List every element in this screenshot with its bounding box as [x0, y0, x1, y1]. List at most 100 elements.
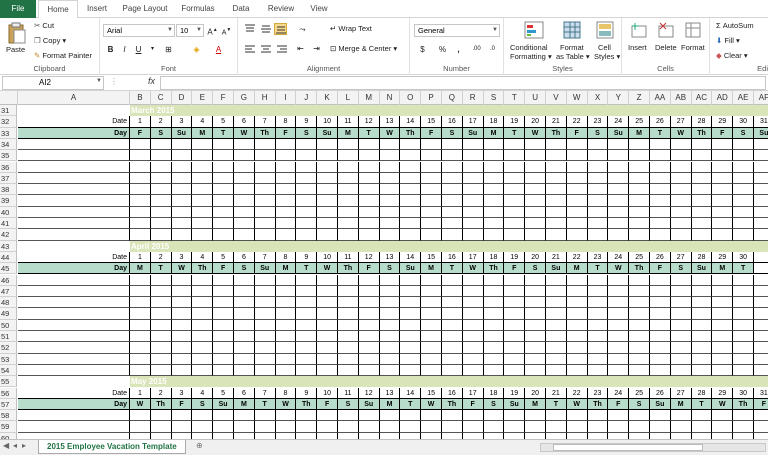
employee-cell[interactable] [18, 285, 130, 298]
day-cell[interactable] [483, 353, 505, 365]
day-cell[interactable] [254, 218, 276, 230]
weekday-cell[interactable]: F [421, 127, 442, 139]
day-cell[interactable] [670, 206, 692, 218]
day-cell[interactable] [213, 195, 234, 207]
font-size-select[interactable]: 10 ▼ [176, 24, 204, 37]
date-cell[interactable]: 24 [608, 251, 630, 264]
day-cell[interactable] [650, 105, 671, 117]
day-cell[interactable] [733, 410, 754, 422]
day-cell[interactable] [691, 150, 713, 162]
column-header[interactable]: K [317, 91, 338, 105]
weekday-cell[interactable]: W [608, 263, 630, 275]
day-cell[interactable] [338, 331, 359, 343]
weekday-cell[interactable]: S [296, 127, 318, 139]
date-cell[interactable]: 13 [379, 251, 401, 264]
day-cell[interactable] [130, 331, 151, 343]
day-cell[interactable] [525, 161, 546, 173]
day-cell[interactable] [712, 218, 734, 230]
day-cell[interactable] [358, 421, 380, 433]
day-cell[interactable] [566, 274, 588, 286]
day-cell[interactable] [629, 218, 650, 230]
day-cell[interactable] [712, 161, 734, 173]
day-cell[interactable] [525, 353, 546, 365]
day-cell[interactable] [712, 353, 734, 365]
weekday-cell[interactable]: T [546, 398, 567, 411]
day-cell[interactable] [754, 275, 768, 286]
day-cell[interactable] [712, 297, 734, 309]
day-cell[interactable] [192, 150, 214, 162]
row-header[interactable]: 48 [0, 297, 17, 309]
day-cell[interactable] [483, 240, 505, 252]
day-cell[interactable] [712, 376, 734, 388]
day-cell[interactable] [358, 353, 380, 365]
day-cell[interactable] [629, 138, 650, 151]
day-cell[interactable] [171, 274, 193, 286]
day-cell[interactable] [150, 184, 172, 196]
day-cell[interactable] [733, 285, 754, 298]
day-cell[interactable] [670, 274, 692, 286]
day-cell[interactable] [275, 184, 297, 196]
day-cell[interactable] [587, 285, 609, 298]
day-cell[interactable] [338, 297, 359, 309]
weekday-cell[interactable]: F [213, 263, 234, 275]
day-cell[interactable] [192, 308, 214, 320]
date-cell[interactable]: 25 [629, 116, 650, 128]
day-cell[interactable] [754, 365, 768, 377]
day-cell[interactable] [670, 161, 692, 173]
column-header[interactable]: L [338, 91, 359, 105]
day-cell[interactable] [171, 195, 193, 207]
day-cell[interactable] [587, 161, 609, 173]
day-cell[interactable] [400, 105, 422, 117]
day-cell[interactable] [608, 285, 630, 298]
day-cell[interactable] [483, 274, 505, 286]
clear-button[interactable]: ◆ Clear ▾ [716, 51, 748, 60]
date-cell[interactable]: 10 [317, 387, 338, 399]
day-cell[interactable] [754, 297, 768, 309]
day-cell[interactable] [754, 218, 768, 230]
day-cell[interactable] [358, 274, 380, 286]
day-cell[interactable] [400, 240, 422, 252]
weekday-cell[interactable]: F [712, 127, 734, 139]
borders-icon[interactable]: ⊞ [162, 43, 175, 56]
date-cell[interactable]: 5 [213, 387, 234, 399]
day-cell[interactable] [421, 285, 442, 298]
day-cell[interactable] [670, 308, 692, 320]
weekday-cell[interactable]: M [338, 127, 359, 139]
day-cell[interactable] [629, 342, 650, 354]
day-cell[interactable] [629, 297, 650, 309]
day-cell[interactable] [338, 285, 359, 298]
day-cell[interactable] [483, 342, 505, 354]
horizontal-scrollbar[interactable] [540, 443, 766, 452]
day-cell[interactable] [691, 218, 713, 230]
day-cell[interactable] [234, 150, 255, 162]
day-cell[interactable] [254, 184, 276, 196]
day-cell[interactable] [754, 320, 768, 331]
day-cell[interactable] [754, 286, 768, 298]
day-cell[interactable] [483, 285, 505, 298]
column-header[interactable]: C [151, 91, 172, 105]
cell-styles-icon[interactable] [596, 21, 614, 39]
day-cell[interactable] [691, 161, 713, 173]
employee-cell[interactable] [18, 319, 130, 331]
day-cell[interactable] [754, 184, 768, 196]
weekday-cell[interactable]: T [587, 263, 609, 275]
day-cell[interactable] [754, 342, 768, 354]
day-cell[interactable] [587, 421, 609, 433]
day-cell[interactable] [358, 319, 380, 331]
day-cell[interactable] [629, 421, 650, 433]
day-cell[interactable] [400, 319, 422, 331]
day-cell[interactable] [254, 195, 276, 207]
day-cell[interactable] [691, 297, 713, 309]
date-cell[interactable]: 16 [442, 116, 463, 128]
day-cell[interactable] [546, 297, 567, 309]
day-cell[interactable] [462, 376, 484, 388]
day-cell[interactable] [733, 206, 754, 218]
employee-cell[interactable] [18, 195, 130, 207]
weekday-cell[interactable]: S [442, 127, 463, 139]
day-cell[interactable] [379, 353, 401, 365]
day-cell[interactable] [442, 240, 463, 252]
day-cell[interactable] [296, 195, 318, 207]
day-cell[interactable] [442, 285, 463, 298]
date-cell[interactable]: 8 [275, 251, 297, 264]
weekday-cell[interactable]: T [733, 263, 754, 275]
